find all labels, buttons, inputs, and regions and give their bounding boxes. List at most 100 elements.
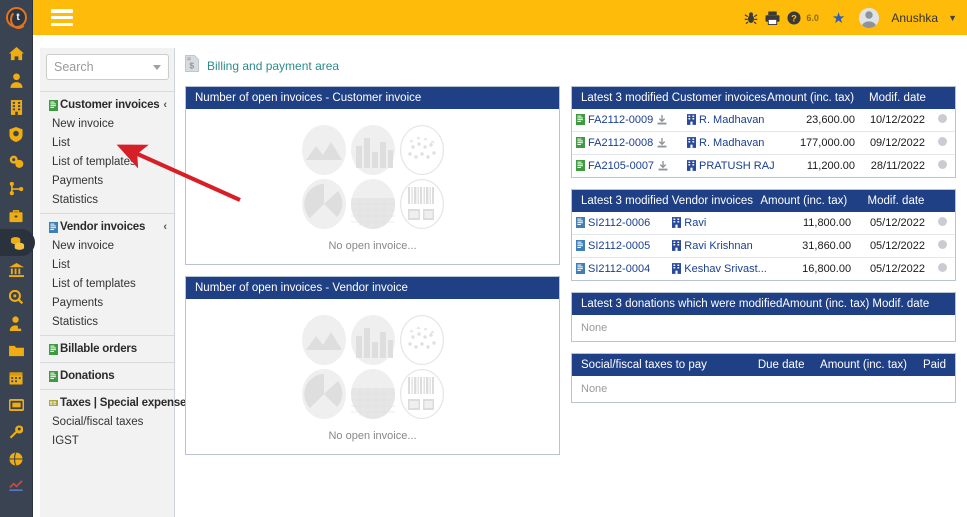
rail-item-calendar[interactable] [0,364,32,391]
chevron-down-icon[interactable] [153,64,161,70]
rail-item-globe[interactable] [0,445,32,472]
menu-item-statistics-customer[interactable]: Statistics [40,190,174,209]
rail-item-employee[interactable] [0,310,32,337]
table-row[interactable]: SI2112-0005 Ravi Krishnan 31,860.00 05/1… [572,234,955,258]
cell-party[interactable]: PRATUSH RAJ [683,155,789,178]
menu-section-billable-orders: Billable orders [40,335,174,362]
cell-invoice-id[interactable]: SI2112-0006 [572,212,669,235]
invoice-id-link[interactable]: FA2105-0007 [588,160,654,172]
party-name-link[interactable]: PRATUSH RAJ [699,160,775,172]
invoice-id-link[interactable]: SI2112-0004 [588,263,650,275]
rail-item-billing[interactable] [0,229,35,256]
rail-item-shield[interactable] [0,121,32,148]
menu-item-list-vendor[interactable]: List [40,255,174,274]
menu-item-payments-customer[interactable]: Payments [40,171,174,190]
cell-invoice-id[interactable]: SI2112-0005 [572,234,669,258]
download-icon[interactable] [658,161,668,171]
rail-item-bank[interactable] [0,256,32,283]
rail-item-settings[interactable] [0,418,32,445]
menu-item-list-customer[interactable]: List [40,133,174,152]
cell-invoice-id[interactable]: FA2112-0008 [572,131,683,155]
invoice-id-link[interactable]: SI2112-0006 [588,217,650,229]
menu-item-igst[interactable]: IGST [40,431,174,450]
chevron-down-icon[interactable]: ▼ [948,13,957,23]
svg-text:?: ? [792,13,798,23]
rail-item-search[interactable] [0,283,32,310]
invoice-id-link[interactable]: FA2112-0009 [588,114,653,126]
bug-icon[interactable] [744,11,758,25]
cell-party[interactable]: R. Madhavan [683,131,790,155]
download-icon[interactable] [657,138,667,148]
panel-open-invoices-customer: Number of open invoices - Customer invoi… [185,86,560,265]
rail-item-products[interactable] [0,148,32,175]
green-invoice-icon [49,343,58,355]
party-name-link[interactable]: Ravi [684,217,706,229]
breadcrumb-label[interactable]: Billing and payment area [207,59,339,73]
cell-party[interactable]: R. Madhavan [683,109,790,132]
menu-section-header-donations[interactable]: Donations [40,367,174,385]
blue-invoice-icon [576,263,585,274]
menu-item-new-invoice-vendor[interactable]: New invoice [40,236,174,255]
cell-party[interactable]: Ravi [668,212,789,235]
help-icon[interactable]: ? [787,10,801,25]
rail-item-reports[interactable] [0,472,32,499]
cell-invoice-id[interactable]: SI2112-0004 [572,258,668,281]
invoice-id-link[interactable]: FA2112-0008 [588,137,653,149]
top-bar-actions: ? 6.0 ★ Anushka ▼ [744,7,957,28]
invoice-id-link[interactable]: SI2112-0005 [588,240,650,252]
favorite-star-icon[interactable]: ★ [832,9,845,27]
menu-section-header-vendor-invoices[interactable]: Vendor invoices ‹ [40,218,174,236]
party-name-link[interactable]: R. Madhavan [699,114,764,126]
panel-title: Number of open invoices - Customer invoi… [195,92,422,104]
print-icon[interactable] [765,10,780,25]
table-row[interactable]: FA2112-0008 R. Madhavan 177,000.00 09/12… [572,131,955,155]
rail-item-briefcase[interactable] [0,202,32,229]
cell-party[interactable]: Ravi Krishnan [668,234,789,258]
menu-item-social-fiscal-taxes[interactable]: Social/fiscal taxes [40,412,174,431]
menu-item-list-of-templates-vendor[interactable]: List of templates [40,274,174,293]
rail-item-ticket[interactable] [0,391,32,418]
blue-invoice-icon [576,217,585,228]
menu-item-payments-vendor[interactable]: Payments [40,293,174,312]
menu-section-label: Taxes | Special expenses [60,397,193,409]
avatar[interactable] [859,7,880,28]
rail-item-user[interactable] [0,67,32,94]
rail-item-company[interactable] [0,94,32,121]
download-icon[interactable] [657,115,667,125]
cell-party[interactable]: Keshav Srivast... [668,258,788,281]
party-name-link[interactable]: Keshav Srivast... [684,263,767,275]
table-row[interactable]: FA2105-0007 PRATUSH RAJ 11,200.00 28/11/… [572,155,955,178]
chevron-left-icon[interactable]: ‹ [163,221,167,233]
menu-item-new-invoice-customer[interactable]: New invoice [40,114,174,133]
menu-item-statistics-vendor[interactable]: Statistics [40,312,174,331]
party-name-link[interactable]: R. Madhavan [699,137,764,149]
rail-item-folder[interactable] [0,337,32,364]
cell-amount: 11,800.00 [788,212,856,235]
chart-empty-label: No open invoice... [328,239,417,252]
rail-item-network[interactable] [0,175,32,202]
ticket-icon [8,398,24,411]
table-row[interactable]: FA2112-0009 R. Madhavan 23,600.00 10/12/… [572,109,955,132]
party-name-link[interactable]: Ravi Krishnan [684,240,752,252]
chevron-left-icon[interactable]: ‹ [163,99,167,111]
rail-item-home[interactable] [0,40,32,67]
globe-shield-icon [9,127,23,142]
home-icon [8,46,24,61]
menu-toggle-button[interactable] [51,9,73,26]
pie-chart-icon [301,178,346,229]
panel-latest-customer-invoices: Latest 3 modified Customer invoices Amou… [571,86,956,178]
search-input[interactable]: Search [46,54,169,80]
menu-item-list-of-templates-customer[interactable]: List of templates [40,152,174,171]
employee-icon [9,316,22,331]
menu-section-header-taxes[interactable]: Taxes | Special expenses ‹ [40,394,196,412]
menu-section-header-billable-orders[interactable]: Billable orders [40,340,174,358]
panel-header: Number of open invoices - Customer invoi… [186,87,559,109]
green-invoice-icon [576,114,585,125]
cell-invoice-id[interactable]: FA2112-0009 [572,109,683,132]
user-name-label[interactable]: Anushka [891,11,938,25]
menu-section-header-customer-invoices[interactable]: Customer invoices ‹ [40,96,174,114]
table-row[interactable]: SI2112-0004 Keshav Srivast... 16,800.00 … [572,258,955,281]
table-row[interactable]: SI2112-0006 Ravi 11,800.00 05/12/2022 [572,212,955,235]
app-logo[interactable]: t [0,0,32,35]
cell-invoice-id[interactable]: FA2105-0007 [572,155,683,178]
